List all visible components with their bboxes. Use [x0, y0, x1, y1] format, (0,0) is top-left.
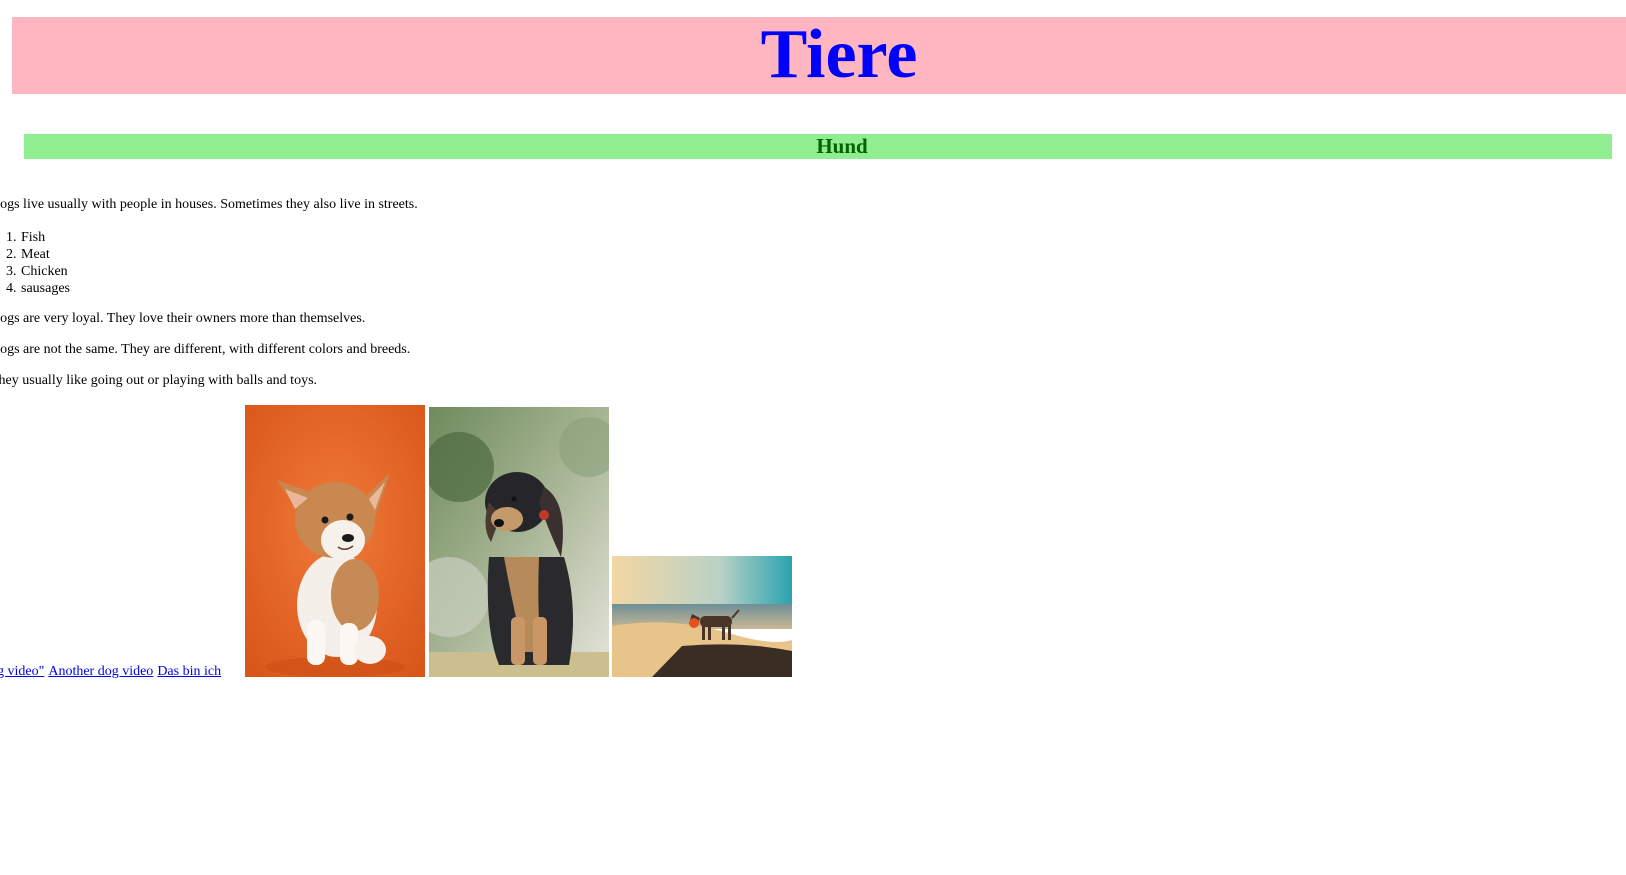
section-banner: Hund [24, 134, 1612, 159]
title-banner: Tiere [12, 17, 1626, 94]
sitting-dog-photo [429, 407, 609, 677]
link-row: dog video" Another dog video Das bin ich [0, 664, 225, 680]
beach-dog-photo [612, 556, 792, 677]
another-dog-video-link[interactable]: Another dog video [48, 664, 153, 679]
loyalty-paragraph: Dogs are very loyal. They love their own… [0, 311, 366, 326]
list-item: 2. Meat [6, 247, 50, 262]
variety-paragraph: Dogs are not the same. They are differen… [0, 342, 411, 357]
page-title: Tiere [760, 15, 918, 93]
list-item: 3. Chicken [6, 264, 68, 279]
food-list: 1. Fish 2. Meat 3. Chicken 4. sausages [0, 229, 70, 297]
list-item: 4. sausages [6, 281, 70, 296]
page: Tiere Hund Dogs live usually with people… [0, 0, 1626, 875]
about-me-link[interactable]: Das bin ich [157, 664, 221, 679]
section-heading: Hund [816, 134, 868, 158]
dog-video-link[interactable]: dog video" [0, 664, 44, 679]
list-item: 1. Fish [6, 230, 46, 245]
corgi-puppy-photo [245, 405, 425, 677]
intro-paragraph: Dogs live usually with people in houses.… [0, 197, 418, 212]
play-paragraph: They usually like going out or playing w… [0, 373, 318, 388]
